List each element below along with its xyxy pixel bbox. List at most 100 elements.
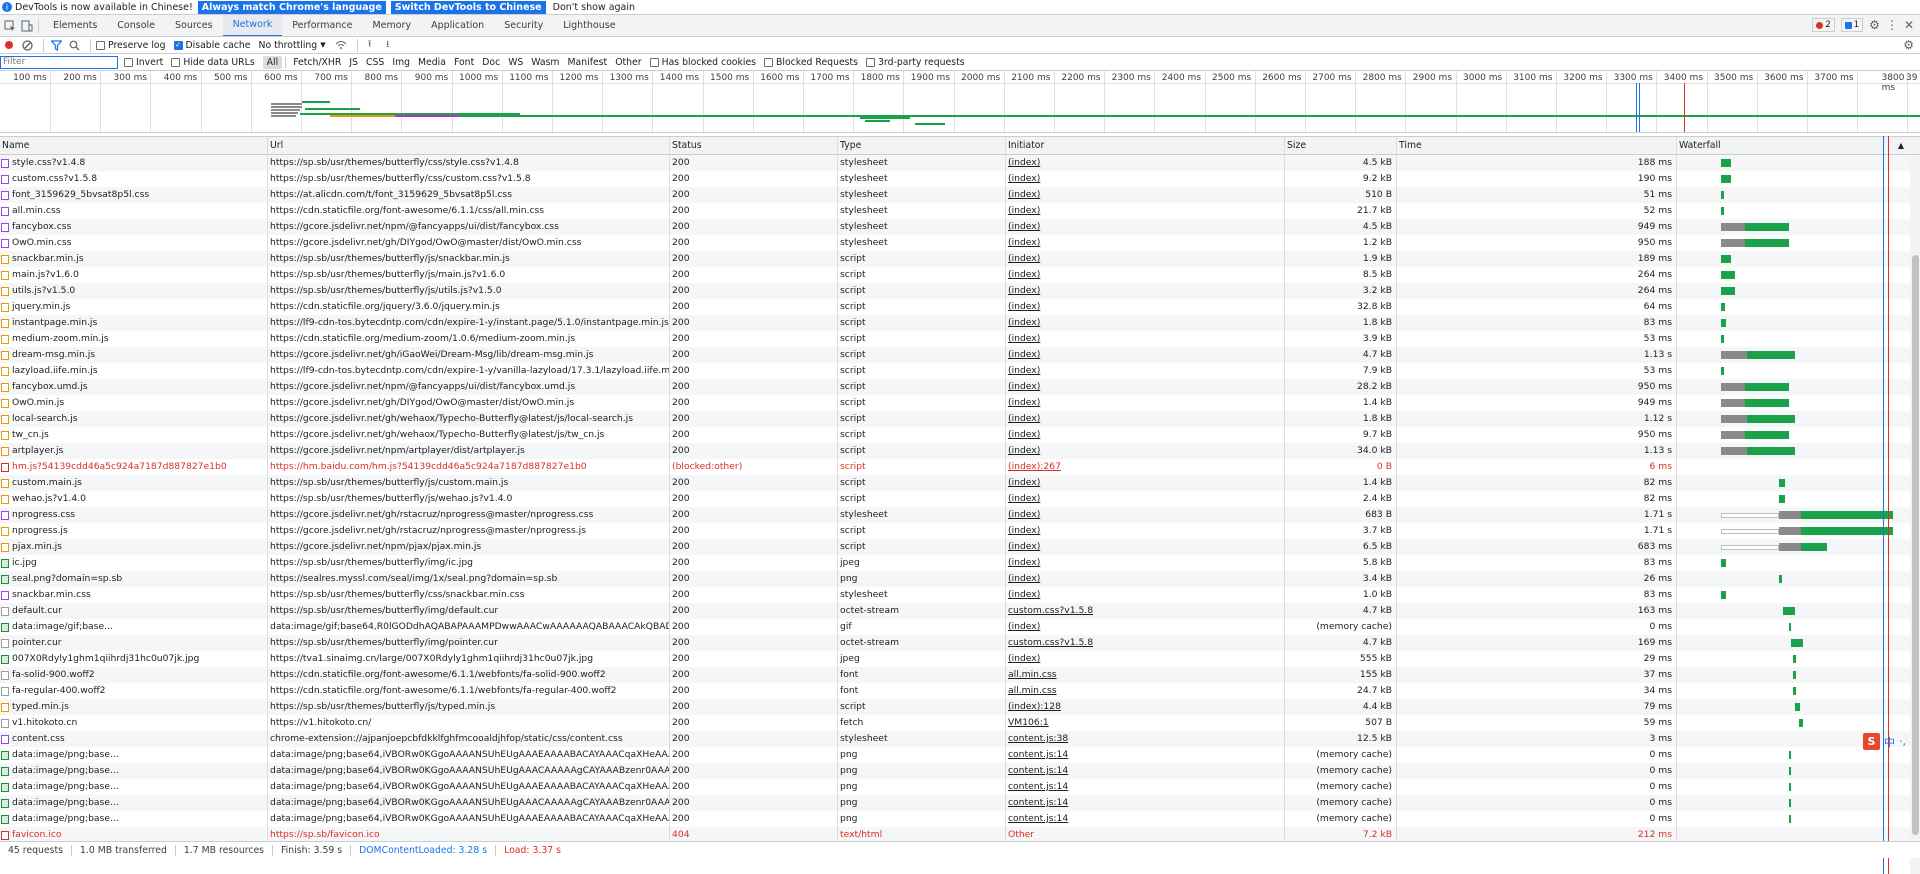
import-har-icon[interactable]: ⭱ bbox=[363, 38, 377, 52]
table-row[interactable]: style.css?v1.4.8 https://sp.sb/usr/themes… bbox=[0, 155, 1920, 171]
switch-to-chinese-button[interactable]: Switch DevTools to Chinese bbox=[390, 0, 546, 14]
table-row[interactable]: nprogress.css https://gcore.jsdelivr.net/… bbox=[0, 507, 1920, 523]
blocked-requests-checkbox[interactable]: Blocked Requests bbox=[764, 57, 858, 68]
tab-memory[interactable]: Memory bbox=[362, 15, 421, 36]
table-row[interactable]: pjax.min.js https://gcore.jsdelivr.net/np… bbox=[0, 539, 1920, 555]
cell-initiator[interactable]: custom.css?v1.5.8 bbox=[1006, 603, 1285, 619]
table-row[interactable]: seal.png?domain=sp.sb https://sealres.mys… bbox=[0, 571, 1920, 587]
table-row[interactable]: fancybox.umd.js https://gcore.jsdelivr.ne… bbox=[0, 379, 1920, 395]
tab-network[interactable]: Network bbox=[222, 15, 283, 36]
table-row[interactable]: data:image/png;base... data:image/png;bas… bbox=[0, 779, 1920, 795]
initiator-link[interactable]: (index) bbox=[1008, 429, 1040, 440]
cell-waterfall[interactable] bbox=[1677, 283, 1896, 299]
initiator-link[interactable]: custom.css?v1.5.8 bbox=[1008, 637, 1093, 648]
cell-initiator[interactable]: (index) bbox=[1006, 363, 1285, 379]
checkbox-box[interactable] bbox=[649, 57, 659, 67]
export-har-icon[interactable]: ⭳ bbox=[381, 38, 395, 52]
table-row[interactable]: content.css chrome-extension://ajpanjoepc… bbox=[0, 731, 1920, 747]
initiator-link[interactable]: (index) bbox=[1008, 557, 1040, 568]
initiator-link[interactable]: custom.css?v1.5.8 bbox=[1008, 605, 1093, 616]
checkbox-box[interactable] bbox=[171, 57, 181, 67]
column-header-url[interactable]: Url bbox=[268, 137, 670, 155]
table-row[interactable]: utils.js?v1.5.0 https://sp.sb/usr/themes/… bbox=[0, 283, 1920, 299]
cell-waterfall[interactable] bbox=[1677, 459, 1896, 475]
cell-waterfall[interactable] bbox=[1677, 507, 1896, 523]
initiator-link[interactable]: (index) bbox=[1008, 253, 1040, 264]
cell-initiator[interactable]: (index) bbox=[1006, 395, 1285, 411]
cell-initiator[interactable]: (index) bbox=[1006, 299, 1285, 315]
initiator-link[interactable]: (index) bbox=[1008, 381, 1040, 392]
cell-waterfall[interactable] bbox=[1677, 667, 1896, 683]
table-row[interactable]: OwO.min.js https://gcore.jsdelivr.net/gh/… bbox=[0, 395, 1920, 411]
cell-waterfall[interactable] bbox=[1677, 203, 1896, 219]
initiator-link[interactable]: (index) bbox=[1008, 413, 1040, 424]
initiator-link[interactable]: (index) bbox=[1008, 525, 1040, 536]
preserve-log-checkbox[interactable]: Preserve log bbox=[96, 40, 166, 51]
cell-initiator[interactable]: (index) bbox=[1006, 315, 1285, 331]
table-scrollbar[interactable] bbox=[1910, 155, 1920, 874]
initiator-link[interactable]: content.js:14 bbox=[1008, 813, 1068, 824]
table-row[interactable]: data:image/png;base... data:image/png;bas… bbox=[0, 763, 1920, 779]
filter-type-wasm[interactable]: Wasm bbox=[527, 56, 563, 69]
cell-waterfall[interactable] bbox=[1677, 763, 1896, 779]
invert-checkbox[interactable]: Invert bbox=[124, 57, 163, 68]
cell-waterfall[interactable] bbox=[1677, 683, 1896, 699]
cell-initiator[interactable]: (index) bbox=[1006, 507, 1285, 523]
table-row[interactable]: typed.min.js https://sp.sb/usr/themes/but… bbox=[0, 699, 1920, 715]
cell-waterfall[interactable] bbox=[1677, 395, 1896, 411]
table-row[interactable]: v1.hitokoto.cn https://v1.hitokoto.cn/200… bbox=[0, 715, 1920, 731]
cell-waterfall[interactable] bbox=[1677, 331, 1896, 347]
network-settings-gear-icon[interactable]: ⚙ bbox=[1903, 38, 1914, 52]
cell-waterfall[interactable] bbox=[1677, 491, 1896, 507]
cell-initiator[interactable]: (index) bbox=[1006, 379, 1285, 395]
cell-initiator[interactable]: (index) bbox=[1006, 203, 1285, 219]
initiator-link[interactable]: (index) bbox=[1008, 157, 1040, 168]
initiator-link[interactable]: Other bbox=[1008, 829, 1034, 840]
table-row[interactable]: jquery.min.js https://cdn.staticfile.org/… bbox=[0, 299, 1920, 315]
cell-waterfall[interactable] bbox=[1677, 523, 1896, 539]
initiator-link[interactable]: (index) bbox=[1008, 445, 1040, 456]
initiator-link[interactable]: (index):128 bbox=[1008, 701, 1061, 712]
cell-initiator[interactable]: (index) bbox=[1006, 651, 1285, 667]
error-count-badge[interactable]: 2 bbox=[1812, 18, 1835, 32]
cell-waterfall[interactable] bbox=[1677, 411, 1896, 427]
initiator-link[interactable]: all.min.css bbox=[1008, 669, 1057, 680]
cell-initiator[interactable]: (index) bbox=[1006, 427, 1285, 443]
filter-type-manifest[interactable]: Manifest bbox=[564, 56, 612, 69]
cell-waterfall[interactable] bbox=[1677, 363, 1896, 379]
tab-lighthouse[interactable]: Lighthouse bbox=[553, 15, 625, 36]
cell-waterfall[interactable] bbox=[1677, 219, 1896, 235]
scrollbar-thumb[interactable] bbox=[1912, 255, 1919, 835]
tab-performance[interactable]: Performance bbox=[282, 15, 362, 36]
table-row[interactable]: hm.js?54139cdd46a5c924a7187d887827e1b0 ht… bbox=[0, 459, 1920, 475]
cell-waterfall[interactable] bbox=[1677, 779, 1896, 795]
cell-initiator[interactable]: (index) bbox=[1006, 155, 1285, 171]
cell-initiator[interactable]: (index) bbox=[1006, 267, 1285, 283]
cell-waterfall[interactable] bbox=[1677, 347, 1896, 363]
filter-type-other[interactable]: Other bbox=[611, 56, 645, 69]
record-icon[interactable] bbox=[2, 38, 16, 52]
cell-initiator[interactable]: (index) bbox=[1006, 443, 1285, 459]
cell-initiator[interactable]: (index) bbox=[1006, 251, 1285, 267]
ime-language[interactable]: 中 bbox=[1884, 734, 1895, 750]
table-row[interactable]: OwO.min.css https://gcore.jsdelivr.net/gh… bbox=[0, 235, 1920, 251]
cell-initiator[interactable]: content.js:14 bbox=[1006, 747, 1285, 763]
more-options-icon[interactable]: ⋮ bbox=[1886, 18, 1898, 32]
table-row[interactable]: dream-msg.min.js https://gcore.jsdelivr.n… bbox=[0, 347, 1920, 363]
cell-waterfall[interactable] bbox=[1677, 427, 1896, 443]
device-toolbar-icon[interactable] bbox=[20, 19, 34, 33]
cell-waterfall[interactable] bbox=[1677, 443, 1896, 459]
initiator-link[interactable]: content.js:14 bbox=[1008, 765, 1068, 776]
table-row[interactable]: data:image/png;base... data:image/png;bas… bbox=[0, 747, 1920, 763]
cell-waterfall[interactable] bbox=[1677, 811, 1896, 827]
cell-waterfall[interactable] bbox=[1677, 235, 1896, 251]
cell-waterfall[interactable] bbox=[1677, 155, 1896, 171]
cell-initiator[interactable]: (index) bbox=[1006, 171, 1285, 187]
filter-type-all[interactable]: All bbox=[262, 55, 283, 69]
cell-initiator[interactable]: (index) bbox=[1006, 571, 1285, 587]
initiator-link[interactable]: (index) bbox=[1008, 301, 1040, 312]
table-row[interactable]: all.min.css https://cdn.staticfile.org/fo… bbox=[0, 203, 1920, 219]
throttling-select[interactable]: No throttling ▼ bbox=[259, 40, 326, 51]
filter-type-media[interactable]: Media bbox=[414, 56, 450, 69]
initiator-link[interactable]: content.js:14 bbox=[1008, 797, 1068, 808]
